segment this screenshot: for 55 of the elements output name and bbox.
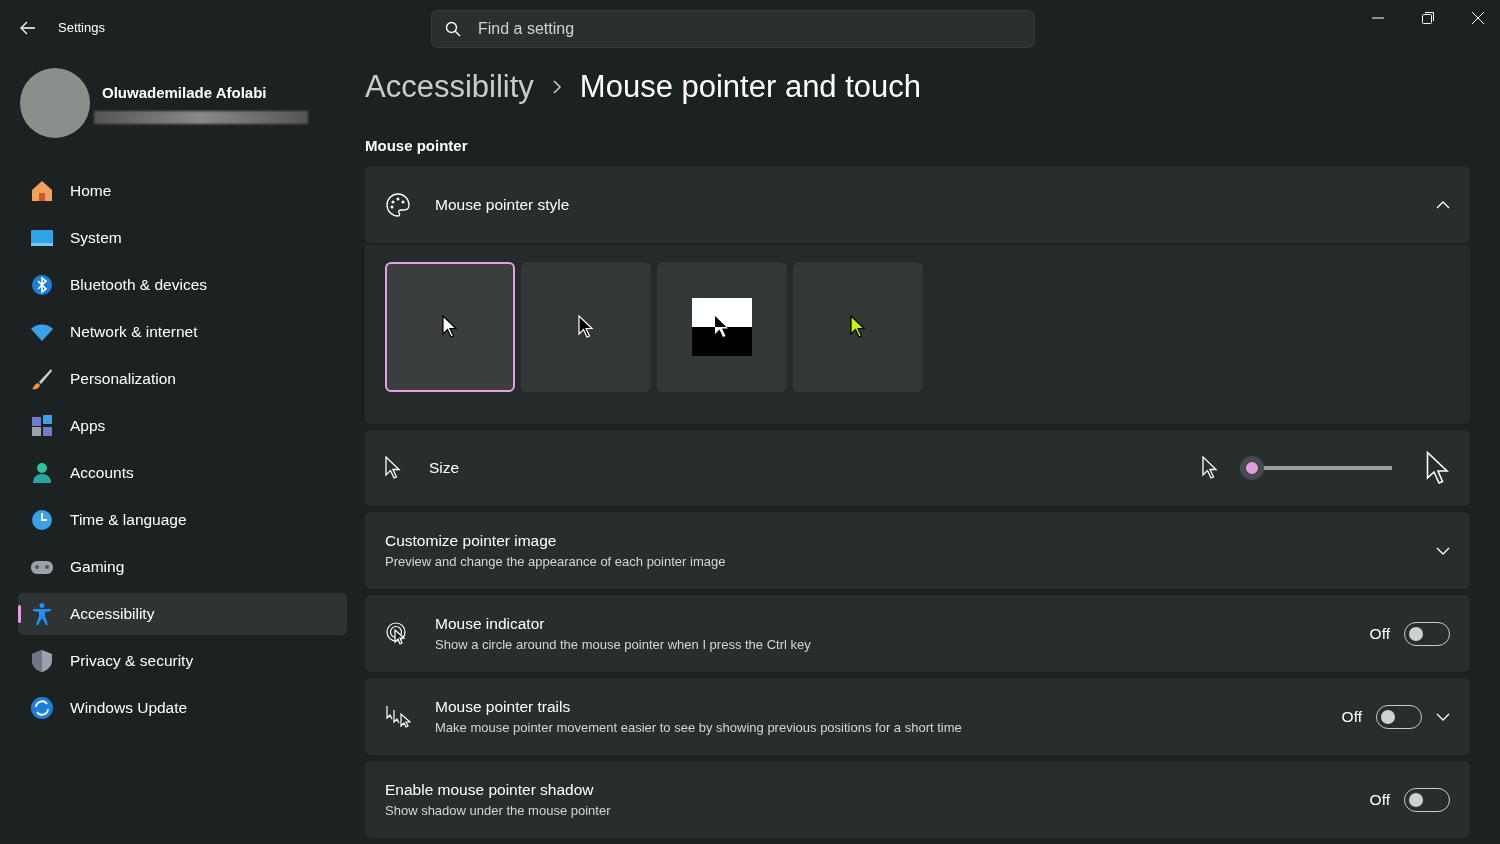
toggle-state-label: Off xyxy=(1369,623,1390,644)
chevron-up-icon[interactable] xyxy=(1436,200,1450,209)
setting-description: Show shadow under the mouse pointer xyxy=(385,802,611,821)
refresh-icon xyxy=(30,696,54,720)
window-title: Settings xyxy=(58,19,105,38)
back-arrow-icon[interactable] xyxy=(20,21,36,35)
apps-icon xyxy=(30,414,54,438)
setting-description: Show a circle around the mouse pointer when I press the Ctrl key xyxy=(435,636,811,655)
setting-title: Mouse pointer trails xyxy=(435,697,572,718)
chevron-down-icon[interactable] xyxy=(1436,546,1450,555)
sidebar-item[interactable]: Accounts xyxy=(18,452,347,494)
sidebar-item[interactable]: Gaming xyxy=(18,546,347,588)
page-title: Mouse pointer and touch xyxy=(579,68,922,106)
house-icon xyxy=(30,179,54,203)
large-cursor-icon xyxy=(1426,451,1450,485)
toggle-state-label: Off xyxy=(1341,706,1362,727)
cursor-icon xyxy=(442,315,458,339)
pointer-style-option[interactable] xyxy=(657,262,787,392)
setting-description: Make mouse pointer movement easier to see by showing previous positions for a short time xyxy=(435,719,962,738)
sidebar-item[interactable]: Time & language xyxy=(18,499,347,541)
palette-icon xyxy=(385,191,411,218)
sidebar-item[interactable]: Privacy & security xyxy=(18,640,347,682)
chevron-down-icon[interactable] xyxy=(1436,712,1450,721)
paintbrush-icon xyxy=(30,367,54,391)
restore-icon[interactable] xyxy=(1422,12,1434,24)
setting-label: Size xyxy=(429,458,460,479)
breadcrumb-link[interactable]: Accessibility xyxy=(365,64,534,111)
chevron-right-icon xyxy=(551,79,562,96)
expander-header[interactable]: Mouse pointer style xyxy=(365,166,1470,243)
inverted-cursor-icon xyxy=(692,298,752,356)
sidebar-item[interactable]: Apps xyxy=(18,405,347,447)
sidebar-item[interactable]: Accessibility xyxy=(18,593,347,635)
setting-description: Preview and change the appearance of each pointer image xyxy=(385,553,726,572)
person-icon xyxy=(30,461,54,485)
setting-title: Customize pointer image xyxy=(385,531,558,552)
shield-icon xyxy=(30,649,54,673)
bluetooth-icon xyxy=(30,273,54,297)
sidebar-item[interactable]: Windows Update xyxy=(18,687,347,729)
setting-title: Mouse indicator xyxy=(435,614,546,635)
setting-title: Enable mouse pointer shadow xyxy=(385,780,595,801)
sidebar-item[interactable]: Network & internet xyxy=(18,311,347,353)
user-name: Oluwademilade Afolabi xyxy=(102,83,268,104)
cursor-icon xyxy=(850,315,866,339)
sidebar-item[interactable]: System xyxy=(18,217,347,259)
section-title: Mouse pointer xyxy=(365,135,469,156)
close-icon[interactable] xyxy=(1472,12,1484,24)
sidebar-item[interactable]: Home xyxy=(18,170,347,212)
cursor-icon xyxy=(578,315,594,339)
small-cursor-icon xyxy=(1202,456,1218,480)
expander-header[interactable]: Customize pointer image Preview and change the appearance of each pointer image xyxy=(365,512,1470,589)
search-field[interactable]: Find a setting xyxy=(431,10,1035,48)
sidebar-item[interactable]: Personalization xyxy=(18,358,347,400)
accessibility-icon xyxy=(30,602,54,626)
toggle-state-label: Off xyxy=(1369,789,1390,810)
sidebar-item[interactable]: Bluetooth & devices xyxy=(18,264,347,306)
